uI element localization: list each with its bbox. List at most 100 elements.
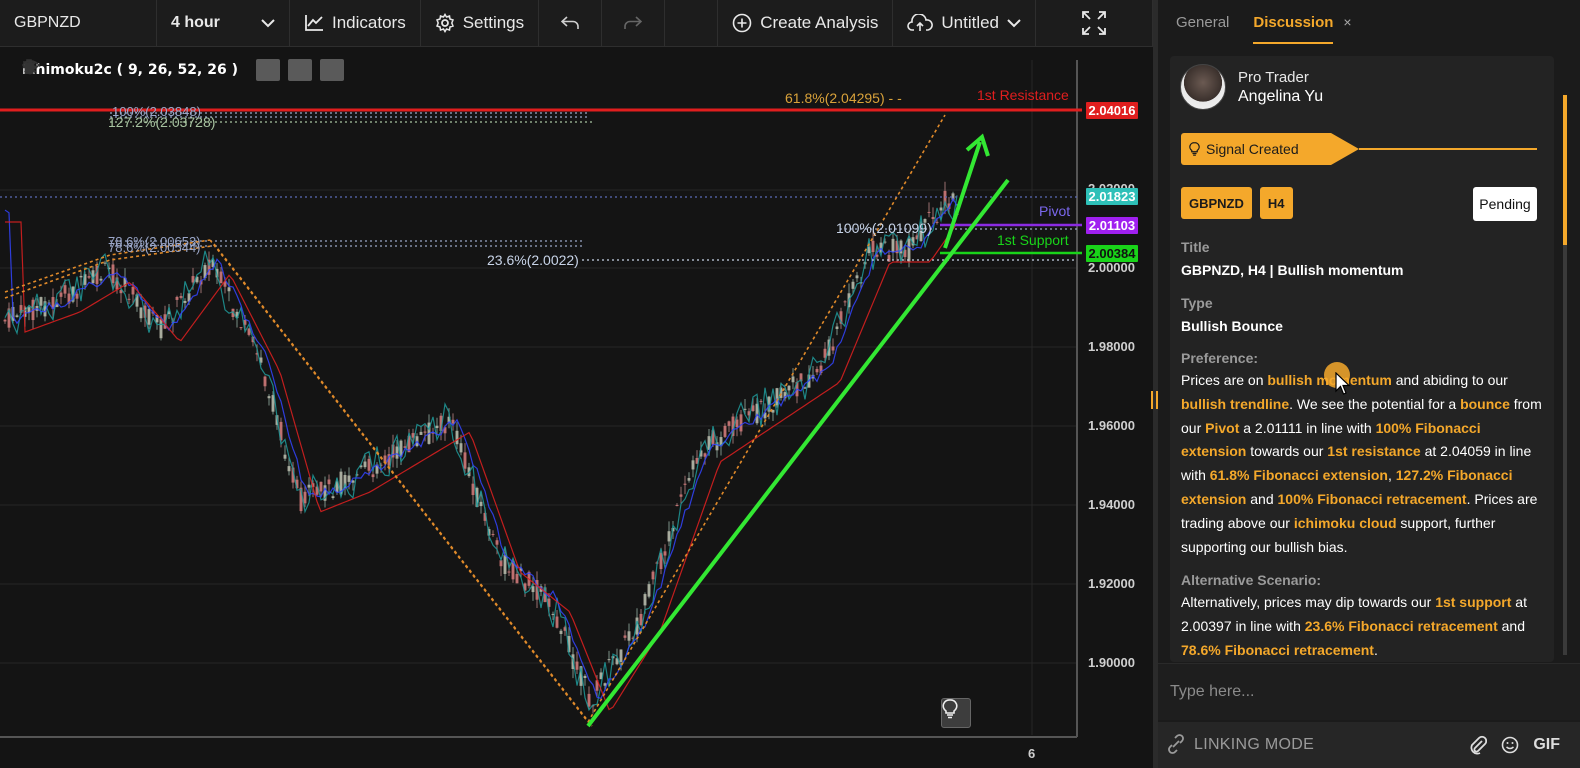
- fullscreen-button[interactable]: [1036, 0, 1153, 46]
- candle-body: [503, 554, 507, 574]
- title-label: Title: [1181, 239, 1210, 255]
- candle-body: [887, 255, 891, 262]
- support-price-tag: 2.00384: [1086, 245, 1138, 262]
- candle-body: [371, 474, 375, 478]
- candle-body: [939, 207, 943, 211]
- alternative-segment: .: [1373, 641, 1378, 658]
- ichimoku-lines: [4, 195, 958, 712]
- title-value: GBPNZD, H4 | Bullish momentum: [1181, 262, 1404, 278]
- line-chart-icon: [305, 15, 323, 31]
- alternative-segment: 1st support: [1435, 594, 1512, 610]
- lightbulb-icon: [1189, 142, 1200, 156]
- candle-body: [103, 262, 107, 264]
- attachment-icon[interactable]: [1469, 735, 1488, 755]
- layout-dropdown[interactable]: Untitled: [893, 0, 1036, 46]
- indicators-button[interactable]: Indicators: [290, 0, 421, 46]
- settings-button[interactable]: Settings: [421, 0, 540, 46]
- candle-body: [183, 300, 187, 303]
- alternative-segment: Alternatively, prices may dip towards ou…: [1181, 594, 1436, 610]
- gear-icon[interactable]: [22, 59, 312, 81]
- preference-segment: Pivot: [1205, 419, 1240, 436]
- tab-discussion[interactable]: Discussion: [1253, 14, 1334, 44]
- candle-body: [175, 296, 179, 300]
- symbol-label: GBPNZD: [14, 14, 81, 31]
- gif-button[interactable]: GIF: [1533, 736, 1560, 754]
- eye-icon[interactable]: [22, 59, 280, 81]
- price-chart[interactable]: Ichimoku2c ( 9, 26, 52, 26 ) 61.8%(2.042…: [0, 47, 1153, 768]
- signal-status-banner: Signal Created: [1181, 133, 1537, 165]
- redo-icon: [624, 16, 643, 29]
- candle-body: [3, 319, 7, 322]
- alternative-segment: and: [1497, 617, 1525, 634]
- symbol-selector[interactable]: GBPNZD: [0, 0, 157, 46]
- candle-body: [607, 659, 611, 661]
- candle-body: [239, 327, 243, 329]
- candle-body: [575, 661, 579, 670]
- panel-scrollbar-thumb[interactable]: [1563, 95, 1567, 245]
- current-price-tag: 2.01823: [1086, 188, 1138, 205]
- create-analysis-button[interactable]: Create Analysis: [718, 0, 894, 46]
- candle-body: [139, 307, 143, 319]
- trash-icon[interactable]: [23, 59, 344, 81]
- candle-body: [99, 278, 103, 281]
- candle-body: [319, 481, 323, 492]
- lagging-span: [4, 195, 958, 712]
- candle-body: [75, 293, 79, 299]
- candle-body: [843, 301, 847, 303]
- side-panel: General Discussion × Pro Trader Angelina…: [1158, 0, 1580, 768]
- idea-button[interactable]: [941, 698, 971, 728]
- type-label: Type: [1181, 295, 1213, 311]
- candle-body: [179, 296, 183, 298]
- linking-mode-toggle[interactable]: LINKING MODE: [1158, 734, 1314, 756]
- fullscreen-icon: [1082, 11, 1106, 35]
- interval-dropdown[interactable]: 4 hour: [157, 0, 290, 46]
- link-icon: [1168, 734, 1184, 754]
- candle-body: [159, 319, 163, 339]
- preference-segment: and abiding to our: [1391, 372, 1508, 388]
- candle-body: [739, 414, 743, 432]
- message-input[interactable]: [1168, 672, 1552, 712]
- preference-segment: ichimoku cloud: [1293, 514, 1397, 531]
- preference-segment: a 2.01111 in line with: [1239, 419, 1376, 436]
- candle-body: [479, 501, 483, 507]
- linking-mode-label: LINKING MODE: [1194, 736, 1315, 753]
- candle-body: [515, 573, 519, 584]
- indicator-label: Ichimoku2c ( 9, 26, 52, 26 ): [22, 62, 238, 78]
- status-badge: Pending: [1473, 187, 1537, 221]
- lightbulb-icon: [942, 699, 958, 719]
- candle-body: [419, 431, 423, 435]
- candle-body: [367, 458, 371, 471]
- candle-body: [459, 443, 463, 453]
- candle-body: [39, 297, 43, 306]
- candle-body: [263, 376, 267, 387]
- message-composer: [1158, 663, 1580, 720]
- preference-label: Preference:: [1181, 350, 1259, 366]
- conversion-line: [4, 197, 958, 700]
- pivot-label: Pivot: [1039, 203, 1071, 219]
- close-icon[interactable]: ×: [1343, 14, 1351, 30]
- panel-footer: LINKING MODE GIF: [1158, 722, 1580, 768]
- candle-body: [623, 635, 627, 638]
- chart-canvas[interactable]: [0, 47, 1153, 768]
- avatar[interactable]: [1180, 64, 1226, 110]
- emoji-icon[interactable]: [1501, 736, 1519, 754]
- candle-body: [423, 431, 427, 433]
- candle-body: [147, 309, 151, 325]
- tab-general[interactable]: General: [1176, 14, 1229, 31]
- redo-button[interactable]: [602, 0, 666, 46]
- author-name[interactable]: Angelina Yu: [1238, 88, 1323, 106]
- price-axis-label: 1.98000: [1088, 339, 1135, 354]
- undo-icon: [561, 16, 579, 29]
- layout-name: Untitled: [941, 13, 999, 32]
- candle-body: [687, 478, 691, 481]
- fib-extension-tool: [4, 114, 946, 727]
- resistance-label: 1st Resistance: [977, 87, 1069, 103]
- undo-button[interactable]: [539, 0, 603, 46]
- fib-label-ext-100: 100%(2.01099): [836, 220, 932, 236]
- candle-body: [683, 483, 687, 485]
- preference-segment: 61.8% Fibonacci extension: [1209, 467, 1388, 484]
- candle-body: [79, 275, 83, 278]
- candle-body: [935, 221, 939, 223]
- plus-circle-icon: [732, 13, 752, 33]
- base-line: [5, 221, 958, 711]
